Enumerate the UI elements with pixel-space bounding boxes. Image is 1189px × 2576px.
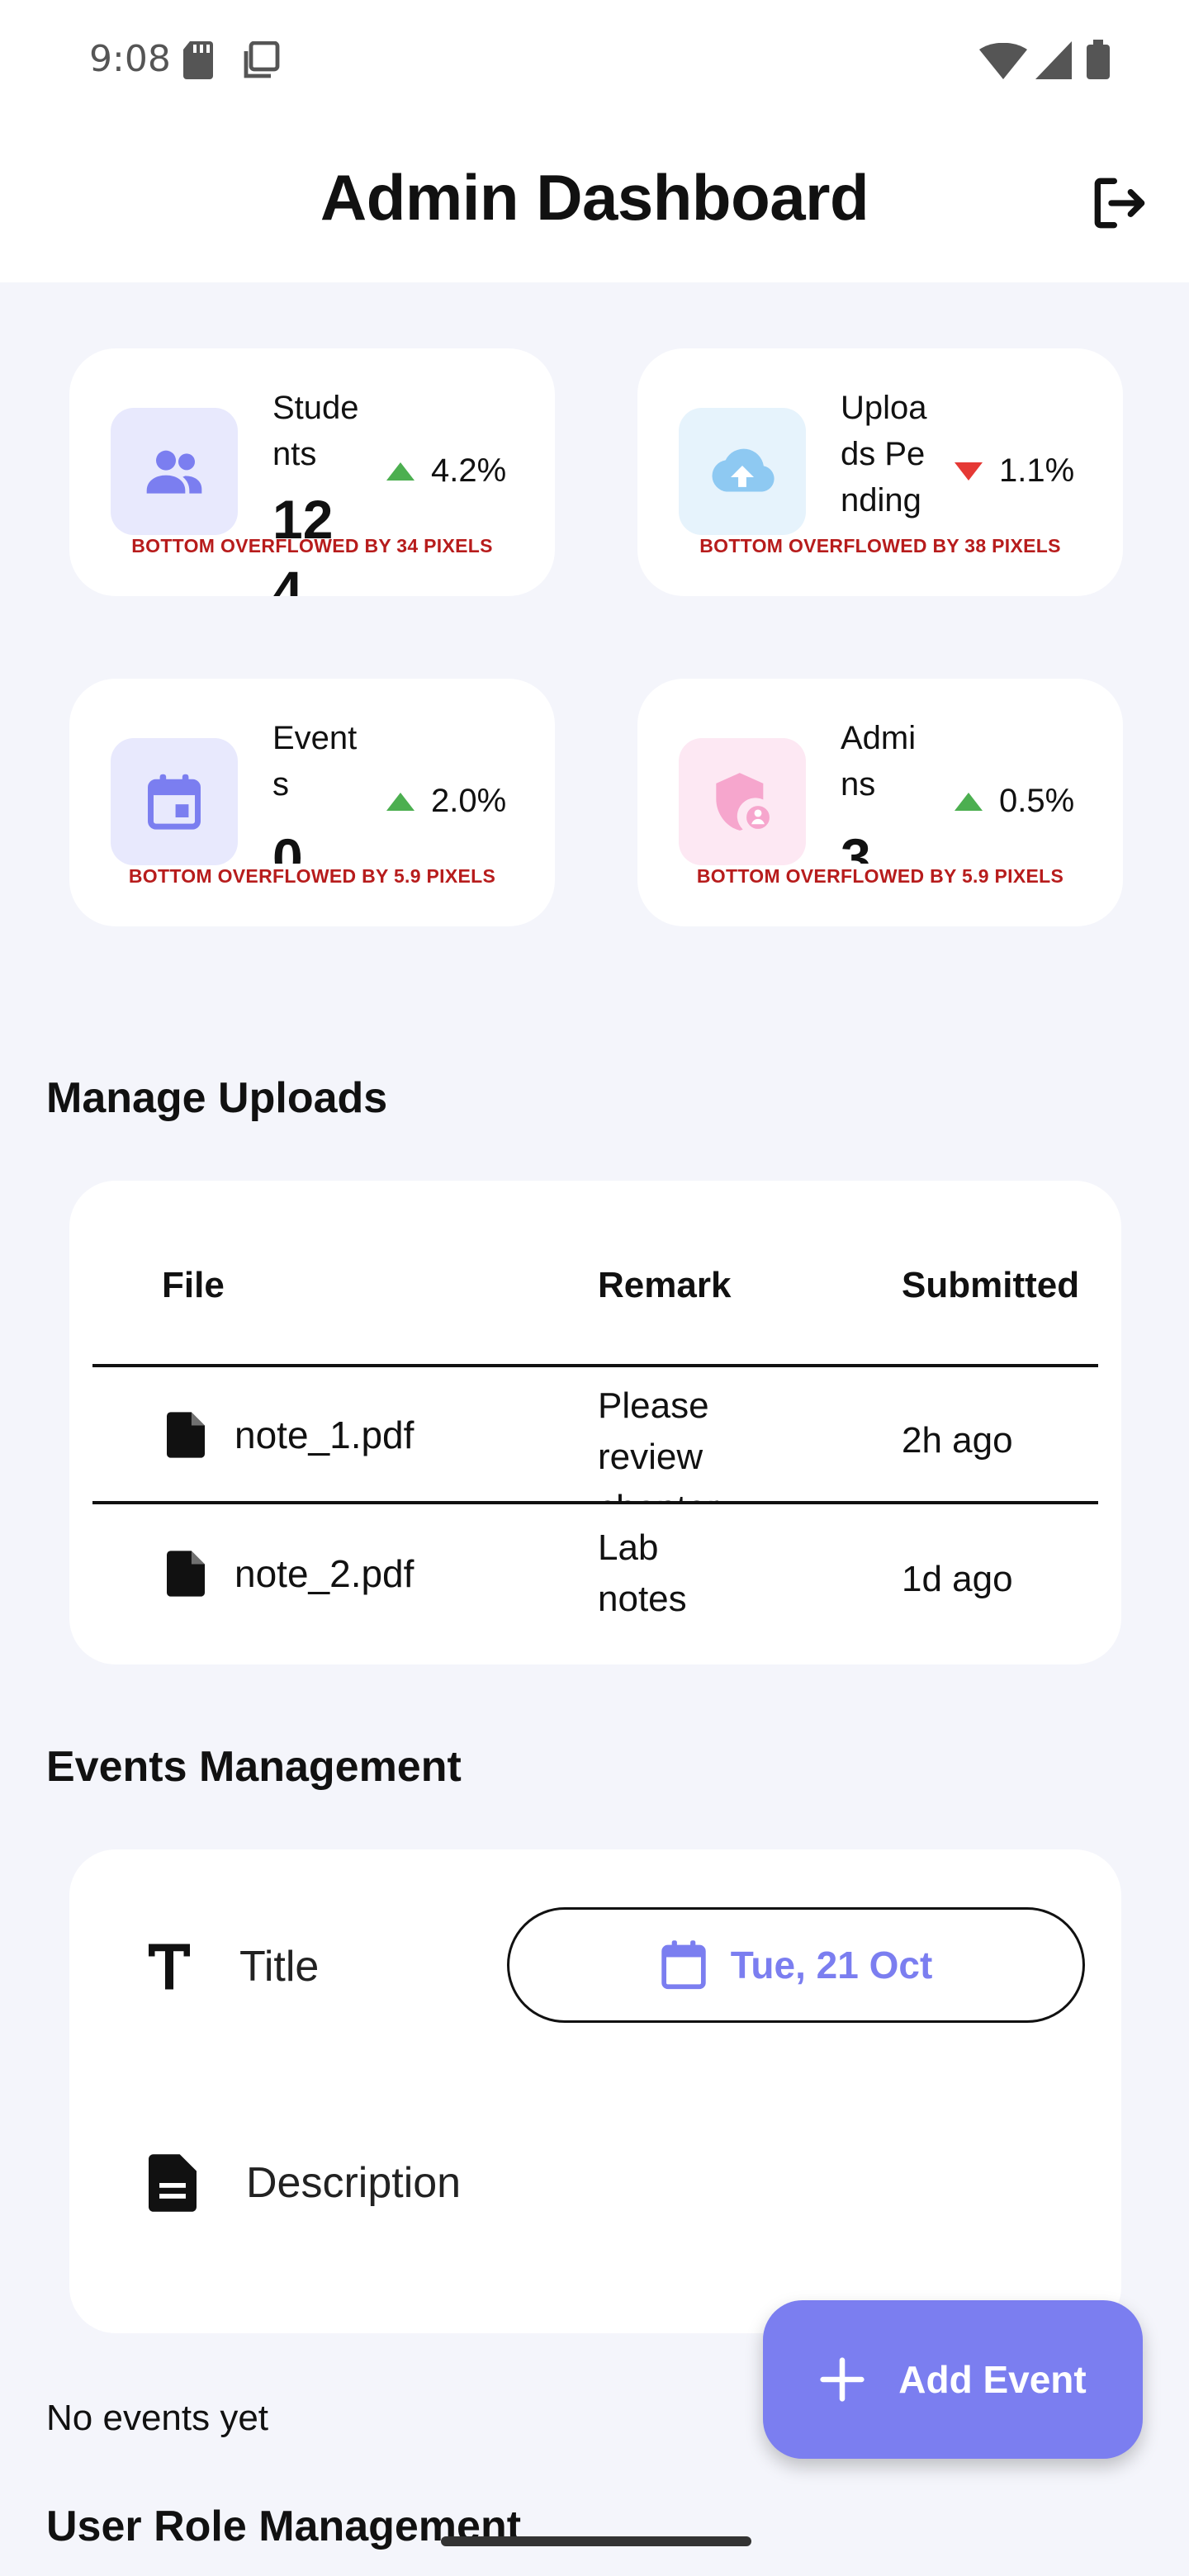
remark-cell: Lab notes [598, 1527, 687, 1619]
table-divider [92, 1364, 1098, 1367]
status-time: 9:08 [89, 38, 171, 80]
stat-card-uploads-pending[interactable]: Uploads Pending 1.1% BOTTOM OVERFLOWED B… [637, 348, 1123, 596]
stat-trend: 0.5% [955, 783, 1074, 820]
file-cell: note_2.pdf [167, 1551, 414, 1597]
stat-label: Events [272, 720, 358, 803]
manage-uploads-heading: Manage Uploads [46, 1074, 388, 1122]
overflow-warning: BOTTOM OVERFLOWED BY 38 PIXELS [699, 535, 1061, 556]
trend-up-icon [386, 462, 414, 481]
file-name: note_2.pdf [234, 1552, 414, 1595]
stat-trend-value: 1.1% [999, 452, 1075, 489]
logout-icon[interactable] [1087, 170, 1153, 236]
title-placeholder: Title [239, 1943, 320, 1991]
events-management-heading: Events Management [46, 1743, 462, 1791]
submitted-cell: 1d ago [902, 1559, 1013, 1599]
event-form: Title Tue, 21 Oct Description [69, 1849, 1121, 2333]
status-bar: 9:08 [0, 0, 1189, 124]
table-divider [92, 1501, 1098, 1504]
screenshot-icon [244, 41, 280, 78]
cloud-upload-icon [712, 448, 775, 492]
date-picker-button[interactable]: Tue, 21 Oct [507, 1907, 1085, 2023]
trend-up-icon [955, 792, 983, 811]
stat-trend-value: 2.0% [431, 783, 507, 819]
overflow-warning: BOTTOM OVERFLOWED BY 5.9 PIXELS [696, 865, 1064, 887]
stat-label: Students [272, 390, 359, 472]
sd-card-icon [183, 41, 213, 79]
stat-card-events[interactable]: Events 0 2.0% BOTTOM OVERFLOWED BY 5.9 P… [69, 679, 555, 926]
file-icon [167, 1412, 205, 1458]
stat-label: Admins [841, 720, 917, 803]
people-icon [146, 450, 202, 494]
column-header-submitted: Submitted [902, 1265, 1080, 1305]
stat-trend-value: 4.2% [431, 452, 507, 489]
stat-icon-bg [111, 738, 238, 865]
wifi-icon [979, 43, 1027, 79]
trend-up-icon [386, 792, 414, 811]
stat-value: 0 [272, 827, 303, 864]
submitted-cell: 2h ago [902, 1420, 1013, 1461]
admin-shield-icon [716, 773, 773, 832]
signal-icon [1035, 41, 1072, 79]
column-header-file: File [162, 1265, 225, 1305]
selected-date: Tue, 21 Oct [730, 1944, 933, 1986]
stat-label: Uploads Pending [841, 390, 927, 519]
file-icon [167, 1551, 205, 1597]
stat-trend-value: 0.5% [999, 783, 1075, 819]
add-event-button[interactable]: Add Event [763, 2300, 1143, 2459]
stat-trend: 1.1% [955, 452, 1074, 490]
text-title-icon [149, 1944, 190, 1990]
uploads-table: File Remark Submitted note_1.pdf Please … [69, 1181, 1121, 1664]
battery-icon [1087, 40, 1110, 79]
stat-card-admins[interactable]: Admins 3 0.5% BOTTOM OVERFLOWED BY 5.9 P… [637, 679, 1123, 926]
stat-icon-bg [679, 738, 806, 865]
remark-cell: Please review chapter [598, 1385, 719, 1503]
calendar-icon [148, 774, 201, 830]
stat-trend: 4.2% [386, 452, 506, 490]
calendar-icon [661, 1940, 706, 1990]
stat-card-students[interactable]: Students 124 4.2% BOTTOM OVERFLOWED BY 3… [69, 348, 555, 596]
add-event-label: Add Event [898, 2358, 1087, 2401]
stat-trend: 2.0% [386, 783, 506, 820]
overflow-warning: BOTTOM OVERFLOWED BY 34 PIXELS [131, 535, 493, 556]
stat-icon-bg [679, 408, 806, 535]
home-indicator[interactable] [441, 2536, 751, 2546]
plus-icon [820, 2357, 865, 2402]
overflow-warning: BOTTOM OVERFLOWED BY 5.9 PIXELS [128, 865, 496, 887]
app-bar: Admin Dashboard [0, 124, 1189, 282]
event-description-field[interactable]: Description [149, 2153, 461, 2213]
empty-events-text: No events yet [46, 2398, 269, 2438]
file-name: note_1.pdf [234, 1413, 414, 1456]
stat-icon-bg [111, 408, 238, 535]
stat-value: 3 [841, 827, 871, 864]
column-header-remark: Remark [598, 1265, 732, 1305]
page-title: Admin Dashboard [320, 161, 869, 234]
description-icon [149, 2154, 197, 2212]
description-placeholder: Description [246, 2159, 462, 2207]
trend-down-icon [955, 462, 983, 481]
event-title-field[interactable]: Title [149, 1942, 319, 1991]
file-cell: note_1.pdf [167, 1412, 414, 1458]
